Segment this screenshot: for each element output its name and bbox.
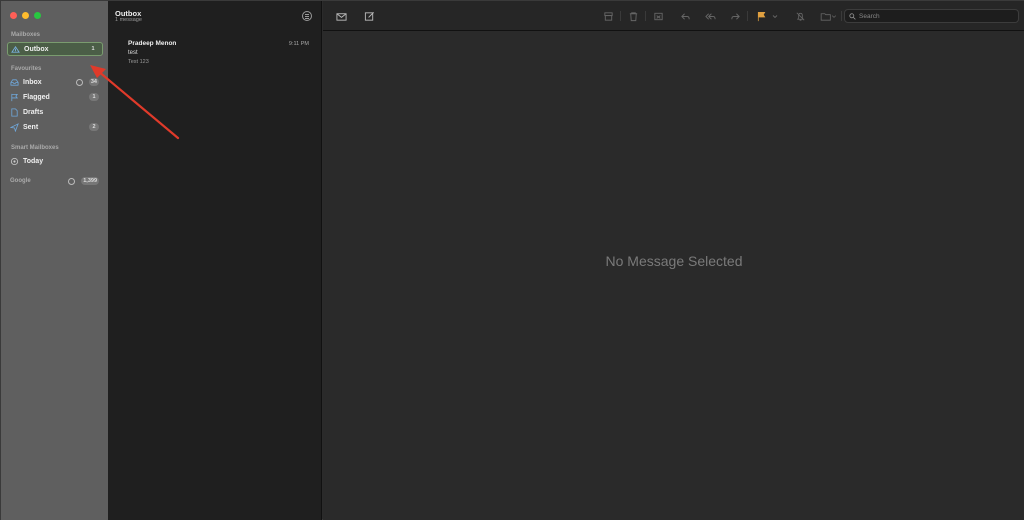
archive-icon (603, 11, 613, 21)
sidebar-item-label: Inbox (23, 78, 42, 86)
mute-button[interactable] (794, 10, 806, 22)
sidebar-item-label: Google (10, 178, 31, 184)
compose-icon (364, 11, 374, 21)
junk-icon (653, 12, 663, 20)
google-count-badge: 1,399 (81, 177, 99, 185)
gear-icon (10, 157, 19, 166)
reply-all-icon (704, 12, 716, 20)
search-input[interactable] (859, 12, 1009, 20)
move-to-mailbox-button[interactable] (819, 10, 837, 22)
unread-count-badge: 1 (91, 46, 95, 52)
bell-slash-icon (796, 12, 804, 21)
reply-icon (680, 12, 690, 20)
no-message-selected-text: No Message Selected (605, 253, 743, 269)
junk-button[interactable] (652, 10, 664, 22)
forward-icon (730, 12, 740, 20)
section-smart-mailboxes-label: Smart Mailboxes (11, 145, 59, 151)
section-favourites-label: Favourites (11, 66, 42, 72)
trash-icon (629, 11, 637, 21)
sent-icon (10, 122, 19, 132)
mail-window: Mailboxes Outbox 1 Favourites Inbox 34 F… (0, 0, 1024, 520)
delete-button[interactable] (627, 10, 639, 22)
sidebar-item-label: Today (23, 157, 44, 165)
message-count: 1 message (115, 17, 142, 23)
sidebar-item-label: Sent (23, 123, 39, 131)
window-controls (10, 12, 41, 19)
sidebar-item-label: Drafts (23, 108, 44, 116)
sidebar-item-label: Outbox (24, 45, 49, 53)
folder-icon (820, 12, 836, 21)
annotation-arrow (90, 65, 180, 140)
archive-button[interactable] (602, 10, 614, 22)
sidebar-item-outbox[interactable]: Outbox 1 (7, 42, 103, 56)
zoom-window-button[interactable] (34, 12, 41, 19)
activity-icon (68, 177, 75, 185)
sidebar-item-today[interactable]: Today (7, 154, 103, 168)
envelope-icon (335, 12, 347, 21)
message-sender: Pradeep Menon (128, 40, 177, 47)
sidebar-item-label: Flagged (23, 93, 50, 101)
get-mail-button[interactable] (335, 10, 347, 22)
reply-button[interactable] (679, 10, 691, 22)
filter-icon[interactable] (302, 11, 312, 21)
forward-button[interactable] (729, 10, 741, 22)
outbox-icon (11, 45, 20, 54)
message-subject: test (128, 50, 138, 56)
sidebar-item-google[interactable]: Google 1,399 (7, 174, 103, 188)
compose-button[interactable] (363, 10, 375, 22)
drafts-icon (10, 107, 19, 117)
search-icon (849, 12, 856, 20)
inbox-icon (10, 78, 19, 87)
section-mailboxes-label: Mailboxes (11, 32, 41, 38)
flag-menu-chevron-down-icon[interactable] (771, 10, 779, 22)
close-window-button[interactable] (10, 12, 17, 19)
reply-all-button[interactable] (704, 10, 716, 22)
flag-icon (757, 11, 765, 21)
flag-icon (10, 93, 19, 102)
activity-icon (76, 78, 83, 86)
message-viewer: No Message Selected (323, 1, 1024, 520)
flag-button[interactable] (755, 10, 767, 22)
toolbar (323, 1, 1024, 31)
search-field[interactable] (844, 9, 1019, 23)
message-time: 9:11 PM (288, 41, 309, 47)
minimize-window-button[interactable] (22, 12, 29, 19)
